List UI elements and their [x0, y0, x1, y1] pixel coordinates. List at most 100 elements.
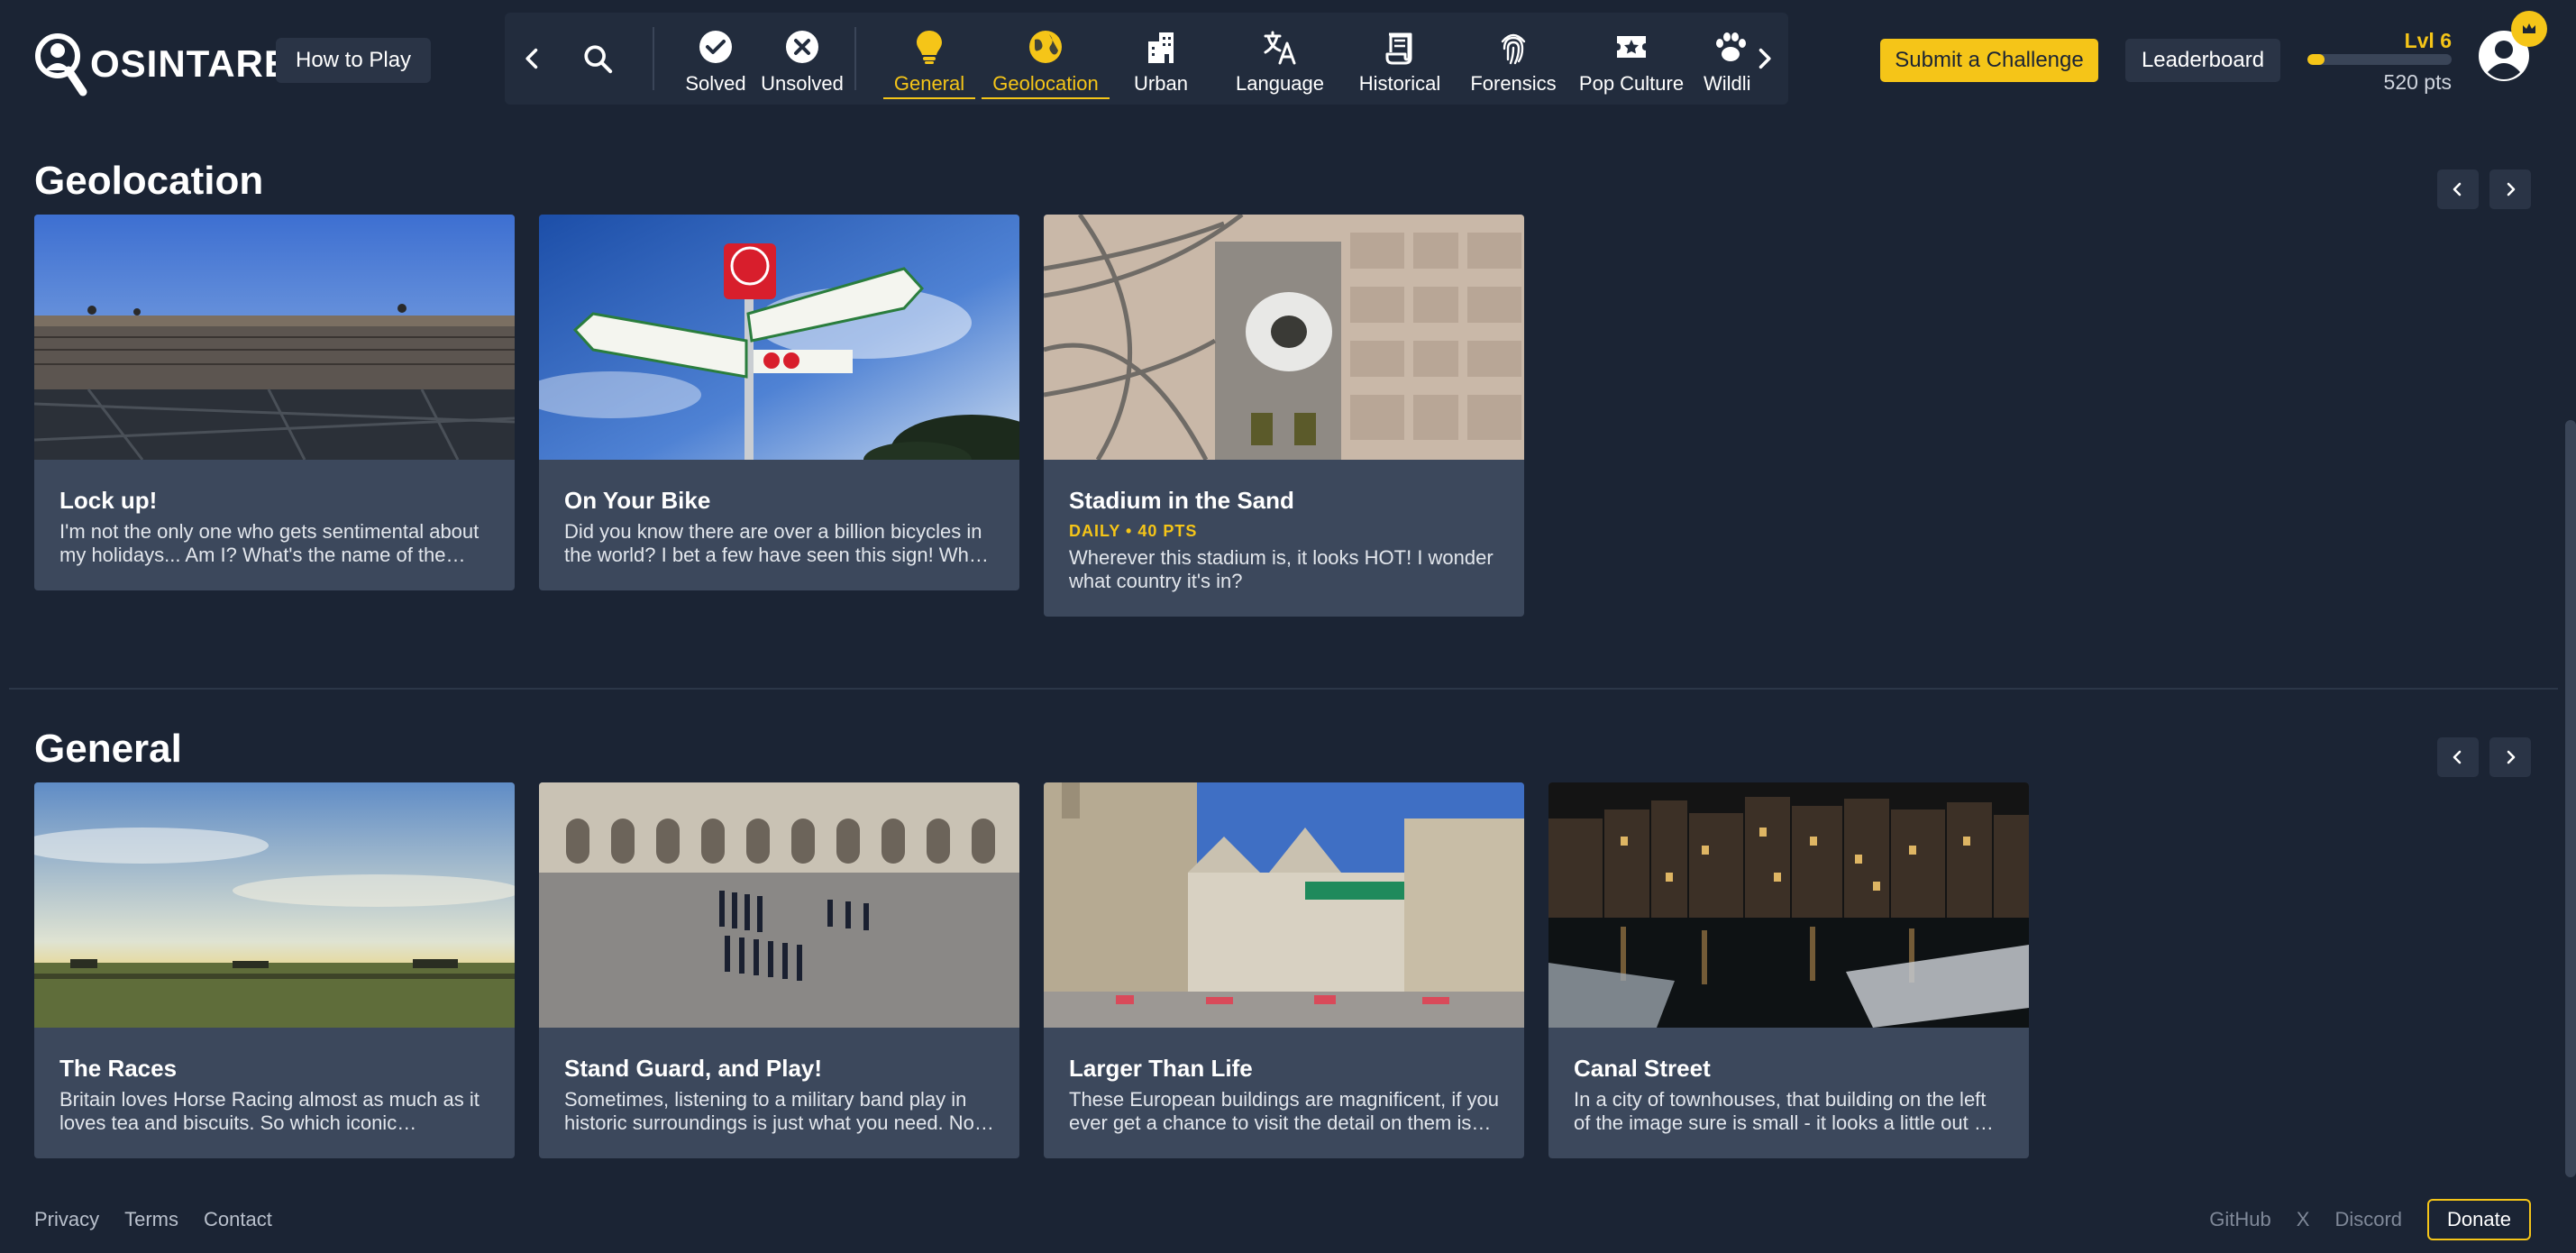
card-title: On Your Bike [564, 487, 711, 514]
tab-general[interactable]: General [880, 23, 979, 99]
card-description: Did you know there are over a billion bi… [564, 520, 986, 566]
section-next-button[interactable] [2489, 737, 2531, 777]
card-title: Canal Street [1574, 1055, 1711, 1082]
x-link[interactable]: X [2297, 1208, 2310, 1231]
tab-language[interactable]: Language [1226, 23, 1334, 99]
card-description: Sometimes, listening to a military band … [564, 1088, 989, 1134]
challenge-card[interactable]: Larger Than Life These European building… [1044, 782, 1524, 1158]
donate-button[interactable]: Donate [2427, 1199, 2531, 1240]
footer-social: GitHub X Discord Donate [2209, 1199, 2531, 1240]
category-prev-button[interactable] [510, 13, 555, 105]
challenge-card[interactable]: Lock up! I'm not the only one who gets s… [34, 215, 515, 590]
section-prev-button[interactable] [2437, 169, 2479, 209]
search-button[interactable] [575, 13, 620, 105]
scroll-icon [1385, 32, 1412, 65]
how-to-play-button[interactable]: How to Play [276, 38, 432, 83]
submit-challenge-button[interactable]: Submit a Challenge [1880, 39, 2098, 82]
tab-urban[interactable]: Urban [1119, 23, 1202, 99]
section-divider [9, 688, 2558, 690]
card-title: Stand Guard, and Play! [564, 1055, 823, 1082]
filter-solved[interactable]: Solved [676, 23, 755, 99]
tab-historical[interactable]: Historical [1343, 23, 1457, 99]
github-link[interactable]: GitHub [2209, 1208, 2270, 1231]
crown-icon [2523, 23, 2535, 33]
buildings-icon [1148, 32, 1174, 63]
logo-magnifier-icon [35, 33, 87, 96]
tab-pop-culture[interactable]: Pop Culture [1572, 23, 1691, 99]
card-body: Stadium in the Sand DAILY • 40 PTS Where… [1044, 460, 1524, 617]
challenge-thumbnail [1044, 782, 1524, 1028]
challenge-thumbnail [1044, 215, 1524, 460]
section-prev-button[interactable] [2437, 737, 2479, 777]
challenge-thumbnail [34, 782, 515, 1028]
card-body: Larger Than Life These European building… [1044, 1028, 1524, 1158]
chevron-right-icon [1758, 48, 1771, 69]
chevron-left-icon [2453, 750, 2462, 764]
scrollbar[interactable] [2565, 420, 2576, 1177]
ticket-icon [1617, 36, 1646, 58]
card-body: Canal Street In a city of townhouses, th… [1548, 1028, 2029, 1158]
level-label: Lvl 6 [2404, 29, 2452, 52]
challenge-thumbnail [539, 782, 1019, 1028]
card-body: The Races Britain loves Horse Racing alm… [34, 1028, 515, 1158]
tab-geolocation[interactable]: Geolocation [982, 23, 1110, 99]
challenge-thumbnail [539, 215, 1019, 460]
chevron-right-icon [2507, 182, 2516, 197]
category-divider [653, 27, 654, 90]
leaderboard-button[interactable]: Leaderboard [2125, 39, 2280, 82]
card-body: On Your Bike Did you know there are over… [539, 460, 1019, 590]
fingerprint-icon [1501, 33, 1526, 65]
card-description: I'm not the only one who gets sentimenta… [59, 520, 480, 566]
lightbulb-icon [917, 31, 942, 64]
contact-link[interactable]: Contact [204, 1208, 272, 1231]
section-title-geolocation: Geolocation [34, 159, 264, 203]
card-description: In a city of townhouses, that building o… [1574, 1088, 1991, 1134]
tab-forensics[interactable]: Forensics [1464, 23, 1563, 99]
challenge-card[interactable]: Canal Street In a city of townhouses, th… [1548, 782, 2029, 1158]
x-circle-icon [786, 31, 818, 63]
card-description: Wherever this stadium is, it looks HOT! … [1069, 546, 1494, 592]
category-next-button[interactable] [1741, 13, 1786, 105]
globe-icon [1029, 31, 1062, 63]
card-body: Stand Guard, and Play! Sometimes, listen… [539, 1028, 1019, 1158]
category-divider-2 [854, 27, 856, 90]
challenge-card[interactable]: Stand Guard, and Play! Sometimes, listen… [539, 782, 1019, 1158]
challenge-thumbnail [34, 215, 515, 460]
terms-link[interactable]: Terms [124, 1208, 178, 1231]
tab-forensics-label: Forensics [1470, 72, 1557, 95]
challenge-card[interactable]: Stadium in the Sand DAILY • 40 PTS Where… [1044, 215, 1524, 617]
section-title-general: General [34, 727, 182, 771]
check-circle-icon [699, 31, 732, 63]
challenge-card[interactable]: The Races Britain loves Horse Racing alm… [34, 782, 515, 1158]
card-title: Lock up! [59, 487, 158, 514]
translate-icon [1264, 31, 1296, 65]
card-title: Larger Than Life [1069, 1055, 1253, 1082]
search-icon [584, 45, 613, 74]
tab-historical-label: Historical [1358, 72, 1441, 95]
section-geolocation: Geolocation Lock up! I'm not the only on… [34, 159, 2531, 627]
discord-link[interactable]: Discord [2334, 1208, 2402, 1231]
card-title: Stadium in the Sand [1069, 487, 1294, 514]
footer-links: Privacy Terms Contact [34, 1208, 272, 1231]
points-label: 520 pts [2383, 70, 2452, 94]
chevron-left-icon [525, 48, 538, 69]
card-description: Britain loves Horse Racing almost as muc… [59, 1088, 480, 1134]
filter-unsolved[interactable]: Unsolved [750, 23, 854, 99]
tab-general-label: General [882, 72, 976, 99]
card-description: These European buildings are magnificent… [1069, 1088, 1499, 1134]
challenge-card[interactable]: On Your Bike Did you know there are over… [539, 215, 1019, 590]
card-body: Lock up! I'm not the only one who gets s… [34, 460, 515, 590]
level-progress-bar [2307, 54, 2452, 65]
level-progress-fill [2307, 54, 2325, 65]
challenge-thumbnail [1548, 782, 2029, 1028]
daily-badge: DAILY • 40 PTS [1069, 522, 1198, 540]
tab-geolocation-label: Geolocation [982, 72, 1110, 99]
tab-language-label: Language [1236, 72, 1324, 95]
chevron-left-icon [2453, 182, 2462, 197]
privacy-link[interactable]: Privacy [34, 1208, 99, 1231]
tab-pop-culture-label: Pop Culture [1578, 72, 1685, 95]
filter-unsolved-label: Unsolved [761, 72, 844, 95]
filter-solved-label: Solved [685, 72, 746, 95]
section-next-button[interactable] [2489, 169, 2531, 209]
section-nav [2437, 737, 2531, 777]
